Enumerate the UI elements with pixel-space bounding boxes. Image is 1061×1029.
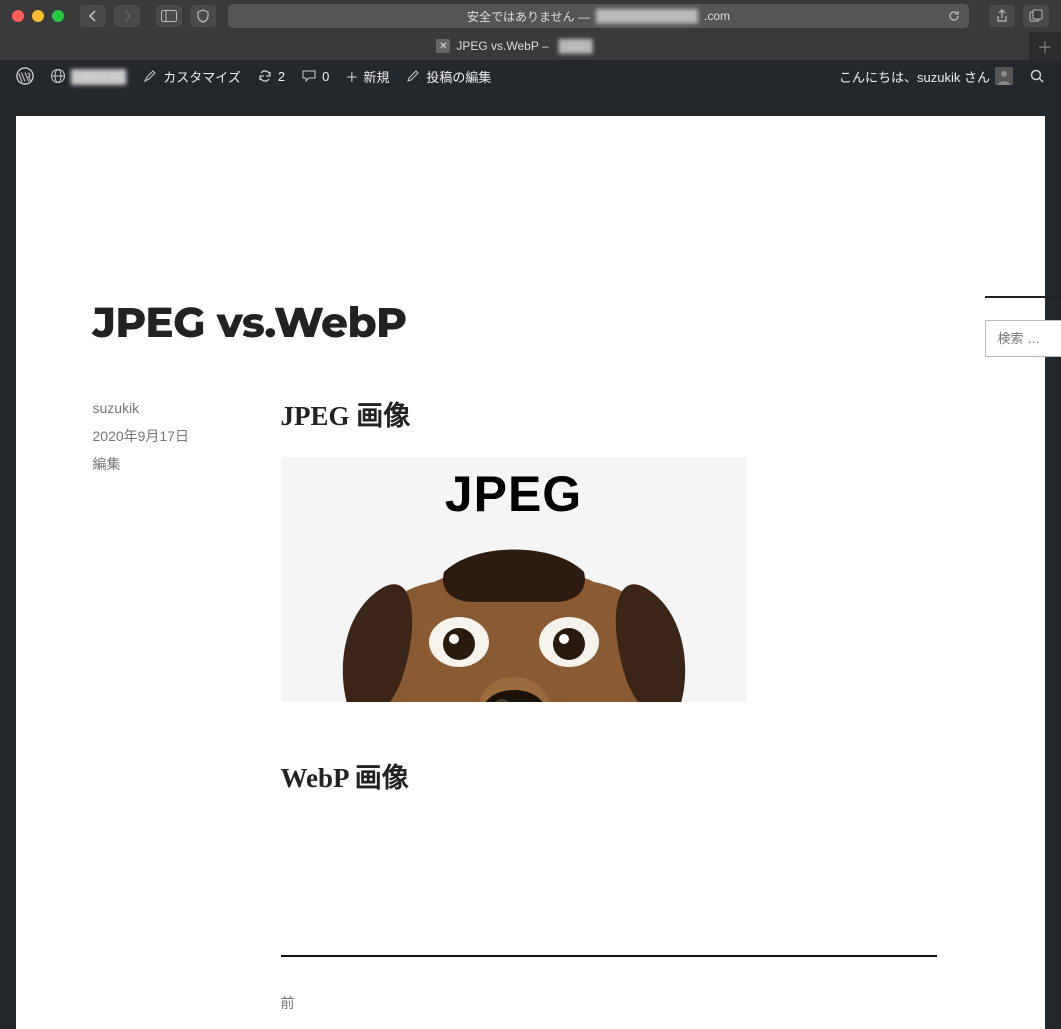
close-window-button[interactable] [12, 10, 24, 22]
comments-count: 0 [322, 69, 329, 84]
my-account-menu[interactable]: こんにちは、suzukik さん [831, 67, 1021, 86]
sidebar-toggle-button[interactable] [156, 5, 182, 27]
search-widget [985, 320, 1061, 357]
image-overlay-text: JPEG [281, 465, 747, 523]
new-tab-button[interactable]: ＋ [1029, 34, 1061, 58]
post-nav-separator [281, 955, 937, 957]
edit-post-label: 投稿の編集 [426, 67, 491, 86]
tabs-overview-button[interactable] [1023, 5, 1049, 27]
author-link[interactable]: suzukik [93, 400, 140, 416]
jpeg-image: JPEG [281, 457, 747, 702]
greeting-text: こんにちは、suzukik さん [839, 67, 990, 86]
tab-title: JPEG vs.WebP – [456, 39, 548, 53]
address-bar[interactable]: 安全ではありません — ████████████ .com [228, 4, 969, 28]
site-name-blurred: ██████ [71, 69, 126, 84]
main-content: JPEG vs.WebP suzukik 2020年9月17日 編集 JPEG … [93, 296, 937, 1013]
edit-link[interactable]: 編集 [93, 456, 121, 472]
home-icon [50, 68, 66, 84]
close-tab-icon[interactable]: ✕ [436, 39, 450, 53]
new-content-menu[interactable]: ＋ 新規 [337, 60, 397, 92]
back-button[interactable] [80, 5, 106, 27]
forward-button[interactable] [114, 5, 140, 27]
wp-admin-bar: ██████ カスタマイズ 2 0 ＋ 新規 [0, 60, 1061, 92]
customize-menu[interactable]: カスタマイズ [134, 60, 249, 92]
avatar-icon [995, 67, 1013, 85]
post-title: JPEG vs.WebP [93, 296, 937, 348]
browser-tab[interactable]: ✕ JPEG vs.WebP – ████ [0, 32, 1029, 60]
post-content: JPEG 画像 JPEG [281, 394, 937, 1013]
sidebar-separator [985, 296, 1061, 298]
reload-button[interactable] [947, 9, 961, 23]
wordpress-icon [16, 67, 34, 85]
edit-post-menu[interactable]: 投稿の編集 [397, 60, 499, 92]
heading-webp: WebP 画像 [281, 756, 937, 795]
wp-logo-menu[interactable] [8, 60, 42, 92]
tab-title-blurred: ████ [559, 39, 593, 53]
domain-suffix: .com [704, 9, 730, 23]
comment-icon [301, 68, 317, 84]
date-link[interactable]: 2020年9月17日 [93, 428, 190, 444]
sidebar [985, 296, 1061, 1013]
brush-icon [142, 68, 158, 84]
plus-icon: ＋ [345, 67, 358, 86]
post-meta: suzukik 2020年9月17日 編集 [93, 394, 253, 1013]
site-menu[interactable]: ██████ [42, 60, 134, 92]
minimize-window-button[interactable] [32, 10, 44, 22]
maximize-window-button[interactable] [52, 10, 64, 22]
share-button[interactable] [989, 5, 1015, 27]
updates-menu[interactable]: 2 [249, 60, 293, 92]
prev-post-label: 前 [281, 993, 937, 1013]
browser-titlebar: 安全ではありません — ████████████ .com [0, 0, 1061, 32]
dog-illustration [324, 532, 704, 702]
new-label: 新規 [363, 67, 389, 86]
search-icon [1029, 68, 1045, 84]
comments-menu[interactable]: 0 [293, 60, 337, 92]
customize-label: カスタマイズ [163, 67, 241, 86]
search-input[interactable] [985, 320, 1061, 357]
heading-jpeg: JPEG 画像 [281, 394, 937, 433]
privacy-shield-button[interactable] [190, 5, 216, 27]
updates-icon [257, 68, 273, 84]
page-viewport: JPEG vs.WebP suzukik 2020年9月17日 編集 JPEG … [0, 92, 1061, 1029]
security-warning: 安全ではありません — [467, 8, 590, 25]
domain-blurred: ████████████ [596, 9, 698, 23]
updates-count: 2 [278, 69, 285, 84]
window-controls [12, 10, 64, 22]
pencil-icon [405, 68, 421, 84]
tab-bar: ✕ JPEG vs.WebP – ████ ＋ [0, 32, 1061, 60]
search-toggle[interactable] [1021, 68, 1053, 84]
